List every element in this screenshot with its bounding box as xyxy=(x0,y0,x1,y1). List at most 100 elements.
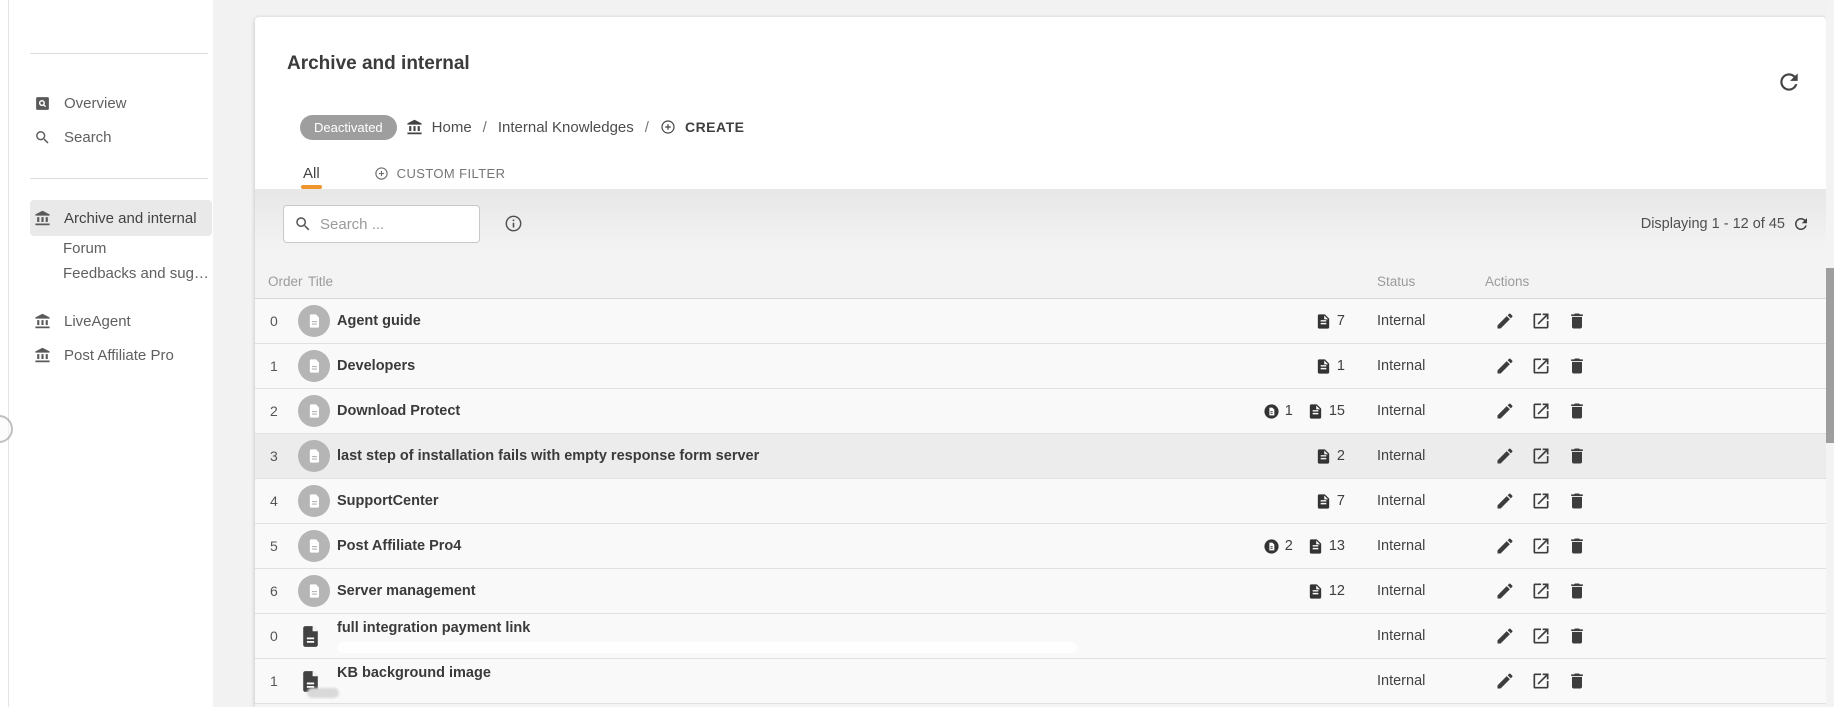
redacted-snippet xyxy=(307,688,339,698)
breadcrumb-separator: / xyxy=(481,119,489,136)
sidebar-item[interactable]: LiveAgent xyxy=(30,304,213,338)
delete-icon[interactable] xyxy=(1567,311,1587,331)
sidebar-item-label: Search xyxy=(64,129,112,146)
search-icon xyxy=(34,129,51,146)
edit-icon[interactable] xyxy=(1495,311,1515,331)
row-title[interactable]: Agent guide xyxy=(337,313,1175,329)
table-row[interactable]: 0 full integration payment link xyxy=(255,614,1826,659)
tab-label: CUSTOM FILTER xyxy=(397,166,506,181)
refresh-icon[interactable] xyxy=(1776,69,1802,95)
sidebar-item[interactable]: Overview xyxy=(30,86,213,120)
open-in-new-icon[interactable] xyxy=(1531,671,1551,691)
open-in-new-icon[interactable] xyxy=(1531,626,1551,646)
search-box[interactable] xyxy=(283,205,480,243)
category-icon xyxy=(298,350,330,382)
row-actions xyxy=(1495,536,1625,556)
edit-icon[interactable] xyxy=(1495,536,1515,556)
sidebar-item[interactable]: Post Affiliate Pro xyxy=(30,338,213,372)
category-icon xyxy=(298,395,330,427)
open-in-new-icon[interactable] xyxy=(1531,356,1551,376)
tab[interactable]: All xyxy=(301,157,322,189)
row-actions xyxy=(1495,581,1625,601)
table-row[interactable]: 1 KB background image xyxy=(255,659,1826,704)
row-counts: 2 13 xyxy=(1175,538,1345,555)
delete-icon[interactable] xyxy=(1567,581,1587,601)
sidebar-item-label: LiveAgent xyxy=(64,313,131,330)
category-icon xyxy=(298,440,330,472)
delete-icon[interactable] xyxy=(1567,536,1587,556)
delete-icon[interactable] xyxy=(1567,671,1587,691)
sidebar-item[interactable]: Forum xyxy=(30,236,213,261)
table-row[interactable]: 0 Agent guide xyxy=(255,299,1826,344)
table-row[interactable]: 2 Download Protect 1 xyxy=(255,389,1826,434)
edit-icon[interactable] xyxy=(1495,491,1515,511)
table-row[interactable]: 1 Developers xyxy=(255,344,1826,389)
document-count: 7 xyxy=(1337,313,1345,329)
row-status: Internal xyxy=(1377,493,1495,509)
sidebar-item[interactable]: Archive and internal xyxy=(30,200,212,236)
document-count-icon xyxy=(1307,583,1324,600)
breadcrumb-home[interactable]: Home xyxy=(432,119,472,136)
sidebar-item[interactable]: Search xyxy=(30,120,213,154)
row-title[interactable]: Post Affiliate Pro4 xyxy=(337,538,1175,554)
scrollbar-track[interactable] xyxy=(1826,0,1834,707)
open-in-new-icon[interactable] xyxy=(1531,311,1551,331)
delete-icon[interactable] xyxy=(1567,446,1587,466)
open-in-new-icon[interactable] xyxy=(1531,581,1551,601)
table-header: Order Title Status Actions xyxy=(255,243,1826,299)
row-status: Internal xyxy=(1377,583,1495,599)
row-title[interactable]: SupportCenter xyxy=(337,493,1175,509)
row-order: 0 xyxy=(268,313,298,329)
row-status: Internal xyxy=(1377,358,1495,374)
create-button[interactable]: CREATE xyxy=(685,119,745,135)
delete-icon[interactable] xyxy=(1567,401,1587,421)
row-actions xyxy=(1495,491,1625,511)
tab-bar: All CUSTOM FILTER xyxy=(301,157,507,189)
document-count: 12 xyxy=(1329,583,1345,599)
bank-icon xyxy=(406,119,423,136)
sidebar-item-label: Post Affiliate Pro xyxy=(64,347,174,364)
row-title[interactable]: full integration payment link xyxy=(337,614,1175,636)
table-row[interactable]: 3 last step of installation fails with e… xyxy=(255,434,1826,479)
delete-icon[interactable] xyxy=(1567,356,1587,376)
row-title[interactable]: Download Protect xyxy=(337,403,1175,419)
table-row[interactable]: 5 Post Affiliate Pro4 2 xyxy=(255,524,1826,569)
breadcrumb-current[interactable]: Internal Knowledges xyxy=(498,119,634,136)
sidebar-divider-top xyxy=(30,53,208,54)
open-in-new-icon[interactable] xyxy=(1531,491,1551,511)
document-count: 2 xyxy=(1337,448,1345,464)
overview-icon xyxy=(34,95,51,112)
row-title[interactable]: KB background image xyxy=(337,659,1175,681)
open-in-new-icon[interactable] xyxy=(1531,401,1551,421)
document-count: 7 xyxy=(1337,493,1345,509)
document-count: 1 xyxy=(1337,358,1345,374)
search-input[interactable] xyxy=(320,216,460,233)
table-row[interactable]: 4 SupportCenter xyxy=(255,479,1826,524)
delete-icon[interactable] xyxy=(1567,626,1587,646)
column-header-status: Status xyxy=(1377,274,1495,289)
refresh-list-icon[interactable] xyxy=(1792,215,1810,233)
column-header-title: Title xyxy=(298,274,337,289)
table-body: 0 Agent guide xyxy=(255,299,1826,704)
row-title[interactable]: last step of installation fails with emp… xyxy=(337,448,1175,464)
delete-icon[interactable] xyxy=(1567,491,1587,511)
row-title[interactable]: Developers xyxy=(337,358,1175,374)
row-title[interactable]: Server management xyxy=(337,583,1175,599)
scrollbar-thumb[interactable] xyxy=(1826,268,1834,443)
info-icon[interactable] xyxy=(504,214,523,233)
category-icon xyxy=(298,305,330,337)
open-in-new-icon[interactable] xyxy=(1531,446,1551,466)
edit-icon[interactable] xyxy=(1495,401,1515,421)
edit-icon[interactable] xyxy=(1495,356,1515,376)
drawer-handle[interactable] xyxy=(0,415,13,443)
edit-icon[interactable] xyxy=(1495,671,1515,691)
open-in-new-icon[interactable] xyxy=(1531,536,1551,556)
table-row[interactable]: 6 Server management xyxy=(255,569,1826,614)
edit-icon[interactable] xyxy=(1495,581,1515,601)
edit-icon[interactable] xyxy=(1495,446,1515,466)
sidebar-item[interactable]: Feedbacks and sug… xyxy=(30,261,213,286)
article-icon xyxy=(298,621,323,652)
edit-icon[interactable] xyxy=(1495,626,1515,646)
row-counts: 2 xyxy=(1175,448,1345,465)
tab[interactable]: CUSTOM FILTER xyxy=(372,157,508,189)
